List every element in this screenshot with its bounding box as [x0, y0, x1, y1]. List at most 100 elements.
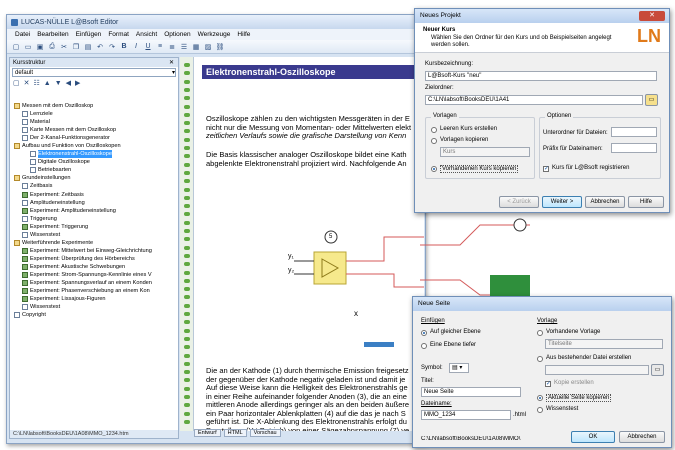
radio-empty-course[interactable] — [431, 127, 437, 133]
tree-page[interactable]: Experiment: Amplitudeneinstellung — [10, 207, 178, 215]
save-icon[interactable]: ▣ — [35, 42, 45, 52]
menu-item-6[interactable]: Werkzeuge — [198, 31, 231, 38]
tree-page[interactable]: Experiment: Mittelwert bei Einweg-Gleich… — [10, 247, 178, 255]
tree-page[interactable]: Elektronenstrahl-Oszilloskope — [10, 150, 178, 159]
tree-page[interactable]: Wissenstest — [10, 303, 178, 311]
back-button[interactable]: < Zurück — [499, 196, 539, 208]
tree-page[interactable]: Material — [10, 118, 178, 126]
copy-checkbox[interactable]: ✓ — [545, 381, 551, 387]
tree-page[interactable]: Der 2-Kanal-Funktionsgenerator — [10, 134, 178, 142]
underline-icon[interactable]: U — [143, 42, 153, 52]
tab-vorschau[interactable]: Vorschau — [249, 429, 281, 437]
radio-empty-label: Leeren Kurs erstellen — [440, 126, 498, 132]
radio-deeper-level[interactable] — [421, 343, 427, 349]
tree-chapter[interactable]: Aufbau und Funktion von Oszilloskopen — [10, 142, 178, 150]
cut-icon[interactable]: ✂ — [59, 42, 69, 52]
list-icon[interactable]: ☰ — [179, 42, 189, 52]
move-right-icon[interactable]: ▶ — [75, 79, 80, 87]
tree-page[interactable]: Lernziele — [10, 110, 178, 118]
course-field[interactable]: L@Bsoft-Kurs "neu" — [425, 71, 657, 81]
align-center-icon[interactable]: ≣ — [167, 42, 177, 52]
copy-icon[interactable]: ❐ — [71, 42, 81, 52]
radio-test[interactable] — [537, 407, 543, 413]
tree-page[interactable]: Zeitbasis — [10, 182, 178, 190]
tree-page[interactable]: Wissenstest — [10, 231, 178, 239]
tree-page[interactable]: Digitale Oszilloskope — [10, 158, 178, 166]
table-icon[interactable]: ▦ — [191, 42, 201, 52]
tree-page[interactable]: Copyright — [10, 311, 178, 319]
link-icon[interactable]: ⛓ — [215, 42, 225, 52]
radio-existing-template[interactable] — [537, 330, 543, 336]
profile-combo[interactable]: default ▾ — [12, 68, 176, 77]
menu-item-1[interactable]: Bearbeiten — [37, 31, 68, 38]
move-left-icon[interactable]: ◀ — [66, 79, 71, 87]
radio-existing-course[interactable] — [431, 166, 437, 172]
tree-page[interactable]: Experiment: Triggerung — [10, 223, 178, 231]
browse-folder-icon[interactable]: ▭ — [645, 94, 658, 106]
tree-page[interactable]: Experiment: Phasenverschiebung an einem … — [10, 287, 178, 295]
tab-html[interactable]: HTML — [223, 429, 247, 437]
subfolder-label: Unterordner für Dateien: — [543, 130, 608, 136]
tree-page[interactable]: Experiment: Lissajous-Figuren — [10, 295, 178, 303]
symbol-select[interactable]: ▤ ▾ — [449, 363, 469, 373]
browse-file-icon[interactable]: ▭ — [651, 364, 664, 376]
tab-entwurf[interactable]: Entwurf — [194, 429, 221, 437]
close-icon[interactable]: ✕ — [639, 11, 665, 21]
delete-icon[interactable]: ✕ — [24, 79, 30, 87]
tree-item-label: Messen mit dem Oszilloskop — [22, 103, 94, 109]
tree-page[interactable]: Triggerung — [10, 215, 178, 223]
page-cancel-button[interactable]: Abbrechen — [619, 431, 665, 443]
image-icon[interactable]: ▨ — [203, 42, 213, 52]
tree-page[interactable]: Experiment: Strom-Spannungs-Kennlinie ei… — [10, 271, 178, 279]
move-down-icon[interactable]: ▼ — [55, 80, 62, 87]
next-button[interactable]: Weiter > — [542, 196, 582, 208]
menu-item-0[interactable]: Datei — [15, 31, 30, 38]
target-folder-field[interactable]: C:\LN\labsoft\BooksDEU\1A41 — [425, 95, 643, 105]
tree-page[interactable]: Betriebsarten — [10, 166, 178, 174]
new-icon[interactable]: ▢ — [11, 42, 21, 52]
page-title-field[interactable]: Neue Seite — [421, 387, 521, 397]
new-page-icon[interactable]: ▢ — [13, 79, 20, 87]
radio-same-level[interactable] — [421, 330, 427, 336]
bold-icon[interactable]: B — [119, 42, 129, 52]
subfolder-field[interactable] — [611, 127, 657, 137]
properties-icon[interactable]: ☷ — [34, 79, 40, 87]
menu-item-3[interactable]: Format — [108, 31, 129, 38]
prefix-field[interactable] — [611, 143, 657, 153]
status-bar: C:\LN\labsoft\BooksDEU\1A08\MMO_1234.htm — [10, 430, 178, 438]
align-left-icon[interactable]: ≡ — [155, 42, 165, 52]
panel-close-icon[interactable]: ✕ — [169, 59, 174, 66]
redo-icon[interactable]: ↷ — [107, 42, 117, 52]
tree-page[interactable]: Amplitudeneinstellung — [10, 199, 178, 207]
radio-from-file[interactable] — [537, 356, 543, 362]
print-icon[interactable]: ⎙ — [47, 42, 57, 52]
tree-chapter[interactable]: Messen mit dem Oszilloskop — [10, 102, 178, 110]
open-icon[interactable]: ▭ — [23, 42, 33, 52]
tree-page[interactable]: Karte Messen mit dem Oszilloskop — [10, 126, 178, 134]
source-file-field[interactable] — [545, 365, 649, 375]
menu-item-4[interactable]: Ansicht — [136, 31, 157, 38]
paragraph-line: Auf diese Weise kann die Helligkeit des … — [206, 384, 408, 392]
cancel-button[interactable]: Abbrechen — [585, 196, 625, 208]
help-button[interactable]: Hilfe — [628, 196, 664, 208]
tree-page[interactable]: Experiment: Spannungsverlauf an einem Ko… — [10, 279, 178, 287]
menu-item-7[interactable]: Hilfe — [237, 31, 250, 38]
undo-icon[interactable]: ↶ — [95, 42, 105, 52]
tree-chapter[interactable]: Grundeinstellungen — [10, 174, 178, 182]
radio-copy-current[interactable] — [537, 395, 543, 401]
paste-icon[interactable]: ▤ — [83, 42, 93, 52]
tree-page[interactable]: Experiment: Überprüfung des Hörbereichs — [10, 255, 178, 263]
tree-page[interactable]: Experiment: Akustische Schwebungen — [10, 263, 178, 271]
tree-page[interactable]: Experiment: Zeitbasis — [10, 191, 178, 199]
menu-item-2[interactable]: Einfügen — [76, 31, 102, 38]
template-combo[interactable]: Titelseite — [545, 339, 663, 349]
template-select[interactable]: Kurs — [440, 147, 530, 157]
register-checkbox[interactable]: ✓ — [543, 166, 549, 172]
italic-icon[interactable]: I — [131, 42, 141, 52]
filename-field[interactable]: MMO_1234 — [421, 410, 511, 420]
menu-item-5[interactable]: Optionen — [164, 31, 190, 38]
ok-button[interactable]: OK — [571, 431, 615, 443]
radio-copy-templates[interactable] — [431, 138, 437, 144]
tree-chapter[interactable]: Weiterführende Experimente — [10, 239, 178, 247]
move-up-icon[interactable]: ▲ — [44, 80, 51, 87]
